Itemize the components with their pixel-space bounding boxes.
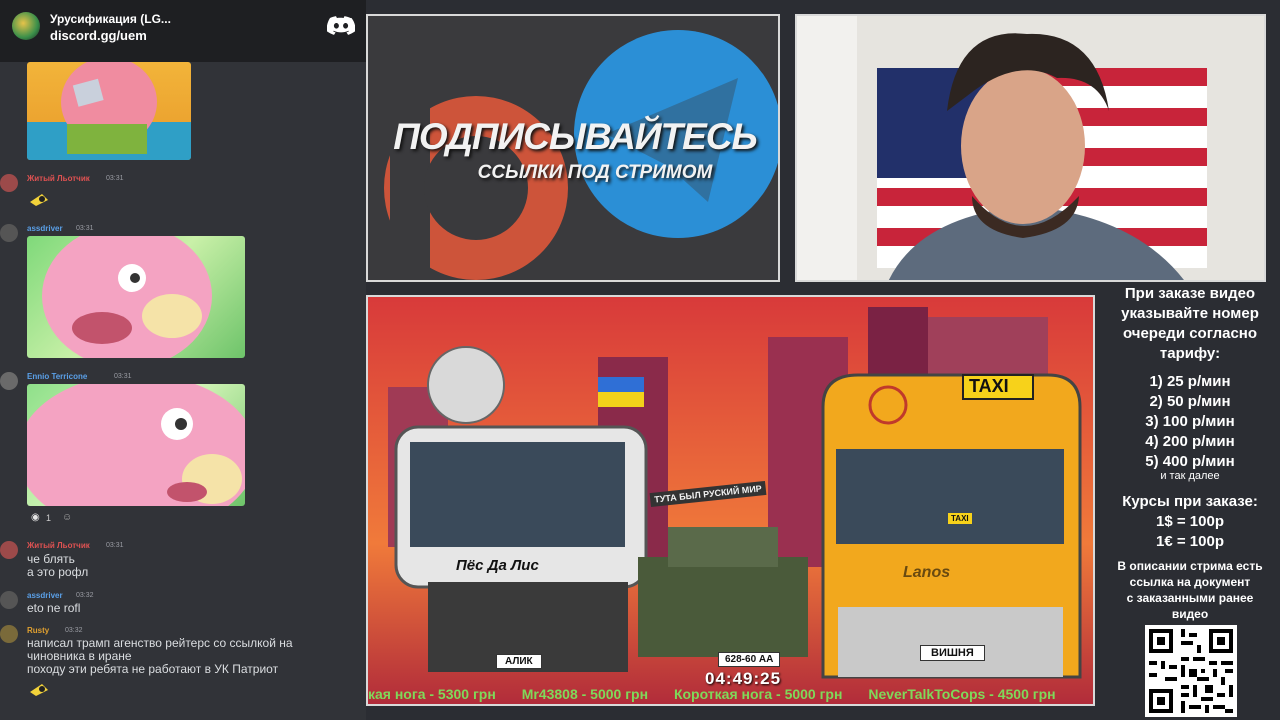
- reaction-emoji-icon[interactable]: ◉: [31, 512, 40, 523]
- tariff-item: 5) 400 р/мин: [1145, 453, 1235, 470]
- avatar[interactable]: [0, 372, 18, 390]
- chat-image-slowpoke[interactable]: [27, 236, 245, 358]
- chat-image-patrick[interactable]: [27, 62, 191, 160]
- ticker-item: кая нога - 5300 грн: [368, 686, 496, 702]
- message-timestamp: 03:31: [114, 373, 132, 380]
- message-username[interactable]: Ennio Terricone: [27, 372, 87, 381]
- message-timestamp: 03:31: [106, 175, 124, 182]
- chat-image-slowpoke-closeup[interactable]: [27, 384, 245, 506]
- chat-header: Урусификация (LG... discord.gg/uem: [0, 0, 366, 62]
- pokeball-sticker-icon: [30, 194, 48, 206]
- slowpoke-closeup-image-icon: [27, 384, 245, 506]
- subscribe-promo-panel: ПОДПИСЫВАЙТЕСЬ ССЫЛКИ ПОД СТРИМОМ: [366, 14, 780, 282]
- avatar[interactable]: [0, 541, 18, 559]
- message-username[interactable]: Житый Льотчик: [27, 174, 90, 183]
- tariff-list: 1) 25 р/мин 2) 50 р/мин 3) 100 р/мин 4) …: [1100, 372, 1280, 472]
- order-intro: При заказе видео указывайте номер очеред…: [1100, 284, 1280, 364]
- tariff-item: 1) 25 р/мин: [1149, 373, 1231, 390]
- patrick-image-icon: [27, 62, 191, 160]
- slowpoke-image-icon: [42, 236, 212, 358]
- ticker-item: Короткая нога - 5000 грн: [673, 686, 843, 702]
- tariff-item: 3) 100 р/мин: [1145, 413, 1235, 430]
- description-note: В описании стрима есть ссылка на докумен…: [1100, 558, 1280, 622]
- message-username[interactable]: assdriver: [27, 591, 63, 600]
- rate-line: 1$ = 100р: [1156, 513, 1224, 530]
- reaction-count: 1: [46, 513, 52, 523]
- license-plate-right: ВИШНЯ: [920, 645, 985, 661]
- video-frame-image: [368, 297, 1093, 704]
- qr-code-icon[interactable]: [1145, 625, 1237, 717]
- message-text: походу эти ребята не работают в УК Патри…: [27, 662, 279, 676]
- video-player-panel[interactable]: TAXI Пёс Да Лис ТУТА БЫЛ РУСКИЙ МИР АЛИК…: [366, 295, 1095, 706]
- add-reaction-icon[interactable]: ☺: [62, 512, 72, 523]
- message-username[interactable]: assdriver: [27, 224, 63, 233]
- tariff-item: 2) 50 р/мин: [1149, 393, 1231, 410]
- license-plate-tank: 628-60 АА: [718, 652, 781, 667]
- message-timestamp: 03:31: [106, 542, 124, 549]
- discord-logo-icon: [327, 16, 355, 35]
- taxi-mini-sign: TAXI: [948, 513, 972, 524]
- taxi-sign: TAXI: [969, 376, 1009, 396]
- info-line: очереди согласно: [1122, 325, 1258, 342]
- promo-title: ПОДПИСЫВАЙТЕСЬ: [393, 116, 757, 157]
- exchange-rates: Курсы при заказе: 1$ = 100р 1€ = 100р: [1100, 492, 1280, 552]
- license-plate-left: АЛИК: [496, 654, 542, 669]
- message-text: eto ne rofl: [27, 601, 81, 615]
- donation-ticker: кая нога - 5300 грн Mr43808 - 5000 грн К…: [368, 684, 1093, 704]
- note-line: видео: [1171, 607, 1209, 621]
- note-line: с заказанными ранее: [1126, 591, 1254, 605]
- message-username[interactable]: Rusty: [27, 626, 49, 635]
- message-timestamp: 03:31: [76, 225, 94, 232]
- tariff-item: 4) 200 р/мин: [1145, 433, 1235, 450]
- avatar[interactable]: [0, 591, 18, 609]
- note-line: ссылка на документ: [1129, 575, 1251, 589]
- van-logo: Lanos: [903, 564, 951, 581]
- server-invite-link[interactable]: discord.gg/uem: [50, 28, 147, 43]
- info-line: указывайте номер: [1121, 305, 1259, 322]
- note-line: В описании стрима есть: [1117, 559, 1263, 573]
- rate-line: Курсы при заказе:: [1122, 493, 1258, 510]
- info-line: тарифу:: [1159, 345, 1221, 362]
- ticker-item: Mr43808 - 5000 грн: [521, 686, 649, 702]
- server-icon[interactable]: [12, 12, 40, 40]
- promo-subtitle: ССЫЛКИ ПОД СТРИМОМ: [477, 162, 713, 183]
- avatar[interactable]: [0, 224, 18, 242]
- info-line: При заказе видео: [1124, 285, 1256, 302]
- webcam-panel: [795, 14, 1266, 282]
- avatar[interactable]: [0, 625, 18, 643]
- message-text: а это рофл: [27, 565, 89, 579]
- discord-chat-panel: Урусификация (LG... discord.gg/uem Житый…: [0, 0, 366, 720]
- webcam-feed-image: [797, 16, 1264, 280]
- message-timestamp: 03:32: [65, 627, 83, 634]
- rate-line: 1€ = 100р: [1156, 533, 1224, 550]
- server-name: Урусификация (LG...: [50, 12, 171, 26]
- tariff-more: и так далее: [1160, 470, 1220, 482]
- van-banner: Пёс Да Лис: [456, 557, 539, 574]
- ticker-item: NeverTalkToCops - 4500 грн: [868, 686, 1056, 702]
- avatar[interactable]: [0, 174, 18, 192]
- message-username[interactable]: Житый Льотчик: [27, 541, 90, 550]
- message-timestamp: 03:32: [76, 592, 94, 599]
- pokeball-sticker-icon: [30, 684, 48, 696]
